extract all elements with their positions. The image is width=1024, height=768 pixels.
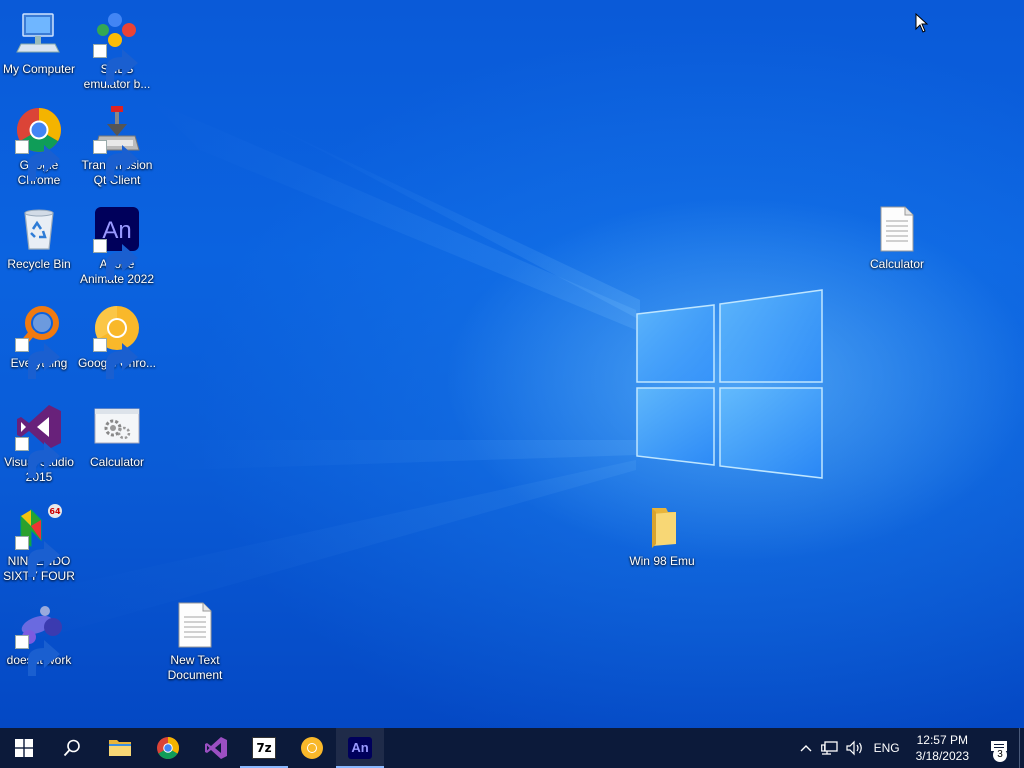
action-center-button[interactable]: 3 (979, 728, 1019, 768)
clock-time: 12:57 PM (916, 733, 968, 747)
mouse-cursor-icon (915, 13, 929, 33)
folder-icon (638, 502, 686, 550)
shortcut-arrow-icon (93, 239, 138, 280)
desktop-icon-label: Calculator (869, 257, 925, 271)
visual-studio-icon (15, 403, 63, 478)
show-desktop-button[interactable] (1019, 728, 1024, 768)
shortcut-arrow-icon (15, 140, 60, 181)
desktop-icon-label: Recycle Bin (7, 257, 71, 271)
desktop-icon-label: Win 98 Emu (629, 554, 695, 568)
desktop-icon-label: Calculator (89, 455, 145, 469)
shortcut-arrow-icon (93, 140, 138, 181)
desktop-icon-calculator-file[interactable]: Calculator (857, 205, 937, 272)
visual-studio-icon (205, 737, 227, 759)
snes-icon (93, 10, 141, 85)
taskbar-7zip[interactable]: 7z (240, 728, 288, 768)
shortcut-arrow-icon (93, 44, 138, 85)
animate-icon: An (93, 205, 141, 280)
recycle-bin-icon (15, 205, 63, 253)
desktop-icon-transmission[interactable]: Transmission Qt Client (77, 106, 157, 188)
desktop-icon-snes-emulator[interactable]: SNES emulator b... (77, 10, 157, 92)
n64-emulator-icon: 64 (15, 502, 63, 577)
desktop-icon-my-computer[interactable]: My Computer (0, 10, 79, 77)
desktop-icon-nintendo-sixty-four[interactable]: 64 NINTENDO SIXTY FOUR (0, 502, 79, 584)
windows-logo-art (636, 289, 823, 479)
taskbar-adobe-animate[interactable]: An (336, 728, 384, 768)
desktop-icon-google-chrome[interactable]: Google Chrome (0, 106, 79, 188)
volume-button[interactable] (842, 728, 868, 768)
calculator-app-icon (93, 403, 141, 451)
transmission-icon (93, 106, 141, 181)
chrome-icon (157, 737, 179, 759)
shortcut-arrow-icon (15, 536, 60, 577)
network-icon (820, 741, 838, 755)
animate-icon: An (348, 737, 372, 759)
n64-badge-text: 64 (49, 507, 61, 516)
clock-date: 3/18/2023 (915, 749, 969, 763)
desktop-icon-label: New Text Document (167, 653, 223, 682)
computer-icon (15, 10, 63, 58)
taskbar: 7z An ENG 12:57 PM 3/18/2023 3 (0, 728, 1024, 768)
chrome-canary-icon (93, 304, 141, 379)
shortcut-arrow-icon (15, 338, 60, 379)
desktop[interactable]: My Computer Google Chrome Recycle Bin (0, 0, 1024, 728)
7zip-icon: 7z (252, 737, 276, 759)
chrome-canary-icon (301, 737, 323, 759)
shortcut-arrow-icon (15, 437, 60, 478)
chrome-icon (15, 106, 63, 181)
desktop-icon-new-text-document[interactable]: New Text Document (155, 601, 235, 683)
desktop-icon-visual-studio-2015[interactable]: Visual Studio 2015 (0, 403, 79, 485)
clock[interactable]: 12:57 PM 3/18/2023 (906, 728, 979, 768)
desktop-icon-win98-emu-folder[interactable]: Win 98 Emu (622, 502, 702, 569)
text-document-icon (873, 205, 921, 253)
network-button[interactable] (818, 728, 842, 768)
search-icon (63, 739, 80, 757)
start-button[interactable] (0, 728, 48, 768)
desktop-icon-everything[interactable]: Everything (0, 304, 79, 379)
shortcut-arrow-icon (15, 635, 60, 676)
notification-count-badge: 3 (993, 748, 1007, 762)
snes-emulator-icon (15, 601, 63, 676)
desktop-icon-adobe-animate[interactable]: An Adobe Animate 2022 (77, 205, 157, 287)
desktop-icon-google-chrome-canary[interactable]: Google Chro... (77, 304, 157, 379)
desktop-icon-label: My Computer (2, 62, 76, 76)
taskbar-visual-studio[interactable] (192, 728, 240, 768)
folder-icon (109, 740, 131, 756)
shortcut-arrow-icon (93, 338, 138, 379)
search-button[interactable] (48, 728, 96, 768)
taskbar-chrome[interactable] (144, 728, 192, 768)
desktop-icon-calculator[interactable]: Calculator (77, 403, 157, 470)
language-indicator[interactable]: ENG (868, 728, 906, 768)
windows-logo-icon (15, 739, 33, 757)
everything-search-icon (15, 304, 63, 379)
speaker-icon (845, 740, 862, 756)
taskbar-chrome-canary[interactable] (288, 728, 336, 768)
desktop-icon-recycle-bin[interactable]: Recycle Bin (0, 205, 79, 272)
chevron-up-icon (800, 745, 812, 752)
show-hidden-icons-button[interactable] (794, 728, 818, 768)
desktop-icon-doesnt-work[interactable]: doesnt work (0, 601, 79, 676)
taskbar-file-explorer[interactable] (96, 728, 144, 768)
text-document-icon (171, 601, 219, 649)
system-tray: ENG 12:57 PM 3/18/2023 3 (794, 728, 1024, 768)
